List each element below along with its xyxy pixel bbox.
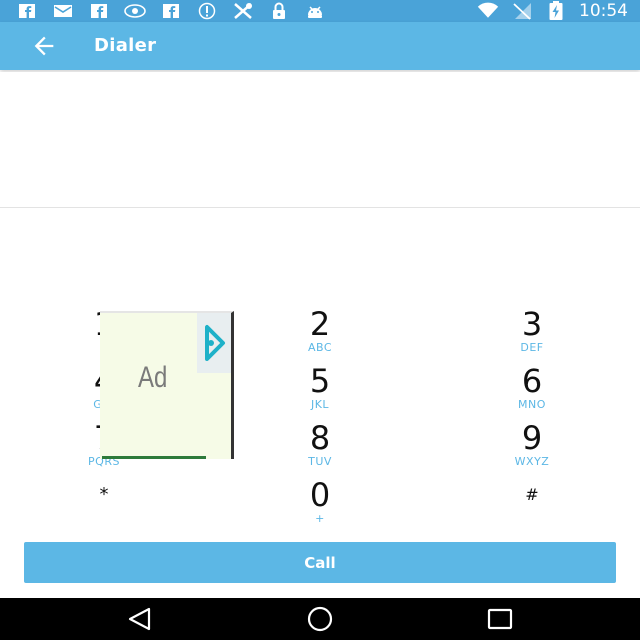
mail-icon	[52, 2, 74, 20]
signal-tool-icon	[232, 2, 254, 20]
navigation-bar	[0, 598, 640, 640]
recents-square-icon	[487, 608, 513, 630]
nav-recents-button[interactable]	[476, 604, 524, 634]
ad-progress-bar	[102, 456, 206, 459]
key-digit: 6	[521, 362, 543, 400]
notification-icons	[16, 0, 326, 22]
key-digit: 0	[309, 476, 331, 514]
wifi-icon	[477, 2, 499, 20]
key-9[interactable]: 9 WXYZ	[452, 420, 612, 476]
key-letters: WXYZ	[514, 455, 550, 468]
key-digit: 3	[521, 305, 543, 343]
key-digit: 2	[309, 305, 331, 343]
key-letters: JKL	[310, 398, 330, 411]
facebook-icon	[16, 2, 38, 20]
key-letters: ABC	[307, 341, 333, 354]
eye-icon	[124, 2, 146, 20]
ad-label: Ad	[138, 361, 168, 394]
page-title: Dialer	[94, 35, 157, 56]
no-signal-icon	[511, 2, 533, 20]
clock: 10:54	[579, 1, 628, 21]
dial-keypad: 1 2 ABC 3 DEF 4 GHI 5 JKL 6 MNO 7 PQRS 8…	[0, 300, 640, 530]
key-star[interactable]: *	[24, 477, 184, 533]
divider	[0, 207, 640, 208]
key-letters: DEF	[520, 341, 544, 354]
facebook-icon	[160, 2, 182, 20]
home-circle-icon	[307, 606, 333, 632]
call-button[interactable]: Call	[24, 542, 616, 583]
key-digit: 8	[309, 419, 331, 457]
key-5[interactable]: 5 JKL	[240, 363, 400, 419]
key-letters: MNO	[518, 398, 546, 411]
key-letters: TUV	[308, 455, 332, 468]
ad-banner[interactable]: Ad	[100, 311, 234, 459]
key-digit: 9	[521, 419, 543, 457]
key-letters: +	[315, 512, 325, 525]
android-icon	[304, 2, 326, 20]
facebook-icon	[88, 2, 110, 20]
key-6[interactable]: 6 MNO	[452, 363, 612, 419]
ad-choices-icon[interactable]	[197, 313, 231, 373]
key-0[interactable]: 0 +	[240, 477, 400, 533]
lock-icon	[268, 2, 290, 20]
key-digit: 5	[309, 362, 331, 400]
key-hash[interactable]: #	[452, 477, 612, 533]
battery-charging-icon	[545, 1, 567, 20]
arrow-left-icon	[34, 36, 54, 56]
nav-back-button[interactable]	[116, 604, 164, 634]
back-button[interactable]	[22, 26, 66, 66]
info-icon	[196, 2, 218, 20]
key-digit: #	[525, 485, 539, 504]
key-2[interactable]: 2 ABC	[240, 306, 400, 362]
back-triangle-icon	[128, 607, 151, 631]
app-bar: Dialer	[0, 22, 640, 70]
number-display[interactable]	[0, 72, 640, 207]
key-8[interactable]: 8 TUV	[240, 420, 400, 476]
key-3[interactable]: 3 DEF	[452, 306, 612, 362]
status-bar: 10:54	[0, 0, 640, 22]
system-icons: 10:54	[477, 0, 628, 22]
key-digit: *	[99, 484, 109, 505]
nav-home-button[interactable]	[296, 604, 344, 634]
